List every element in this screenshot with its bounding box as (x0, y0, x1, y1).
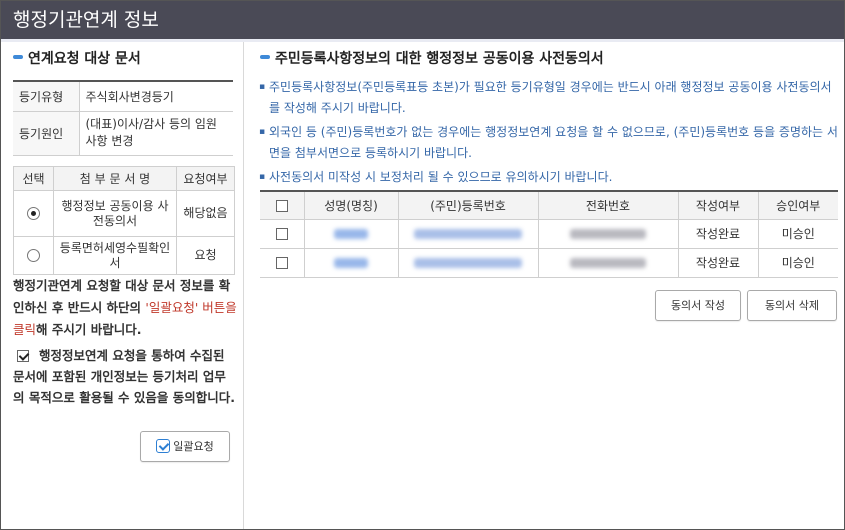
right-section-title: 주민등록사항정보의 대한 행정정보 공동이용 사전동의서 (260, 48, 604, 68)
approval-status: 미승인 (757, 248, 838, 278)
section-bullet-icon (13, 55, 23, 59)
col-name: 성명(명칭) (303, 191, 398, 220)
written-status: 작성완료 (677, 219, 758, 249)
col-approved: 승인여부 (757, 191, 838, 220)
approval-status: 미승인 (757, 219, 838, 249)
right-panel: 주민등록사항정보의 대한 행정정보 공동이용 사전동의서 주민등록사항정보(주민… (244, 42, 844, 529)
redacted-name (334, 258, 368, 268)
col-reg-number: (주민)등록번호 (397, 191, 538, 220)
consent-table: 성명(명칭) (주민)등록번호 전화번호 작성여부 승인여부 작성완료 미승인 … (260, 190, 838, 278)
reg-number-cell (397, 248, 538, 278)
notice-text-end: 해 주시기 바랍니다. (36, 322, 142, 337)
row-checkbox-cell (260, 219, 304, 249)
table-row[interactable]: 작성완료 미승인 (260, 219, 838, 249)
name-cell (303, 248, 398, 278)
attachment-row[interactable]: 등록면허세영수필확인서 요청 (13, 236, 235, 275)
phone-cell (537, 248, 678, 278)
col-phone: 전화번호 (537, 191, 678, 220)
attachment-select-cell (13, 190, 54, 237)
info-value: (대표)이사/감사 등의 임원사항 변경 (79, 111, 233, 156)
col-request-status: 요청여부 (176, 166, 235, 191)
attachment-name: 등록면허세영수필확인서 (53, 236, 177, 275)
attachment-row[interactable]: 행정정보 공동이용 사전동의서 해당없음 (13, 190, 235, 237)
phone-cell (537, 219, 678, 249)
left-section-title: 연계요청 대상 문서 (13, 48, 141, 68)
redacted-reg-number (414, 229, 522, 239)
redacted-reg-number (414, 258, 522, 268)
table-row[interactable]: 작성완료 미승인 (260, 248, 838, 278)
left-panel: 연계요청 대상 문서 등기유형 주식회사변경등기 등기원인 (대표)이사/감사 … (1, 42, 243, 529)
name-cell (303, 219, 398, 249)
write-consent-button[interactable]: 동의서 작성 (655, 290, 741, 321)
guidance-item: 외국인 등 (주민)등록번호가 없는 경우에는 행정정보연계 요청을 할 수 없… (259, 122, 841, 164)
attachment-select-cell (13, 236, 54, 275)
guidance-item: 사전동의서 미작성 시 보정처리 될 수 있으므로 유의하시기 바랍니다. (259, 167, 841, 188)
attachment-table: 선택 첨 부 문 서 명 요청여부 행정정보 공동이용 사전동의서 해당없음 등… (13, 166, 235, 275)
redacted-phone (570, 229, 646, 239)
attachment-radio[interactable] (27, 249, 40, 262)
attachment-status: 요청 (176, 236, 235, 275)
batch-request-label: 일괄요청 (173, 440, 214, 453)
registration-info-table: 등기유형 주식회사변경등기 등기원인 (대표)이사/감사 등의 임원사항 변경 (13, 80, 233, 156)
attachment-radio[interactable] (27, 207, 40, 220)
guidance-list: 주민등록사항정보(주민등록표등 초본)가 필요한 등기유형일 경우에는 반드시 … (259, 77, 841, 191)
select-all-checkbox[interactable] (275, 199, 288, 212)
batch-request-button[interactable]: 일괄요청 (140, 431, 230, 462)
written-status: 작성완료 (677, 248, 758, 278)
info-label: 등기원인 (13, 111, 80, 156)
redacted-phone (570, 258, 646, 268)
col-doc-name: 첨 부 문 서 명 (53, 166, 177, 191)
info-row: 등기유형 주식회사변경등기 (13, 81, 233, 112)
row-checkbox[interactable] (275, 257, 288, 269)
attachment-header-row: 선택 첨 부 문 서 명 요청여부 (13, 166, 235, 191)
right-section-title-text: 주민등록사항정보의 대한 행정정보 공동이용 사전동의서 (275, 51, 604, 67)
check-icon (156, 439, 171, 453)
info-row: 등기원인 (대표)이사/감사 등의 임원사항 변경 (13, 111, 233, 156)
col-checkbox (260, 191, 304, 220)
attachment-name: 행정정보 공동이용 사전동의서 (53, 190, 177, 237)
consent-block: 행정정보연계 요청을 통하여 수집된 문서에 포함된 개인정보는 등기처리 업무… (13, 345, 237, 408)
info-label: 등기유형 (13, 81, 80, 112)
batch-request-notice: 행정기관연계 요청할 대상 문서 정보를 확인하신 후 반드시 하단의 '일괄요… (13, 275, 237, 341)
redacted-name (334, 229, 368, 239)
attachment-status: 해당없음 (176, 190, 235, 237)
consent-checkbox[interactable] (17, 349, 29, 362)
info-value: 주식회사변경등기 (79, 81, 233, 112)
consent-header-row: 성명(명칭) (주민)등록번호 전화번호 작성여부 승인여부 (260, 191, 838, 220)
section-bullet-icon (260, 55, 270, 59)
consent-text: 행정정보연계 요청을 통하여 수집된 문서에 포함된 개인정보는 등기처리 업무… (13, 348, 236, 405)
dialog-window: 행정기관연계 정보 연계요청 대상 문서 등기유형 주식회사변경등기 등기원인 … (0, 0, 845, 530)
delete-consent-button[interactable]: 동의서 삭제 (747, 290, 837, 321)
row-checkbox-cell (260, 248, 304, 278)
col-select: 선택 (13, 166, 54, 191)
guidance-item: 주민등록사항정보(주민등록표등 초본)가 필요한 등기유형일 경우에는 반드시 … (259, 77, 841, 119)
col-written: 작성여부 (677, 191, 758, 220)
window-title: 행정기관연계 정보 (1, 1, 844, 39)
left-section-title-text: 연계요청 대상 문서 (28, 51, 141, 67)
row-checkbox[interactable] (275, 228, 288, 240)
reg-number-cell (397, 219, 538, 249)
